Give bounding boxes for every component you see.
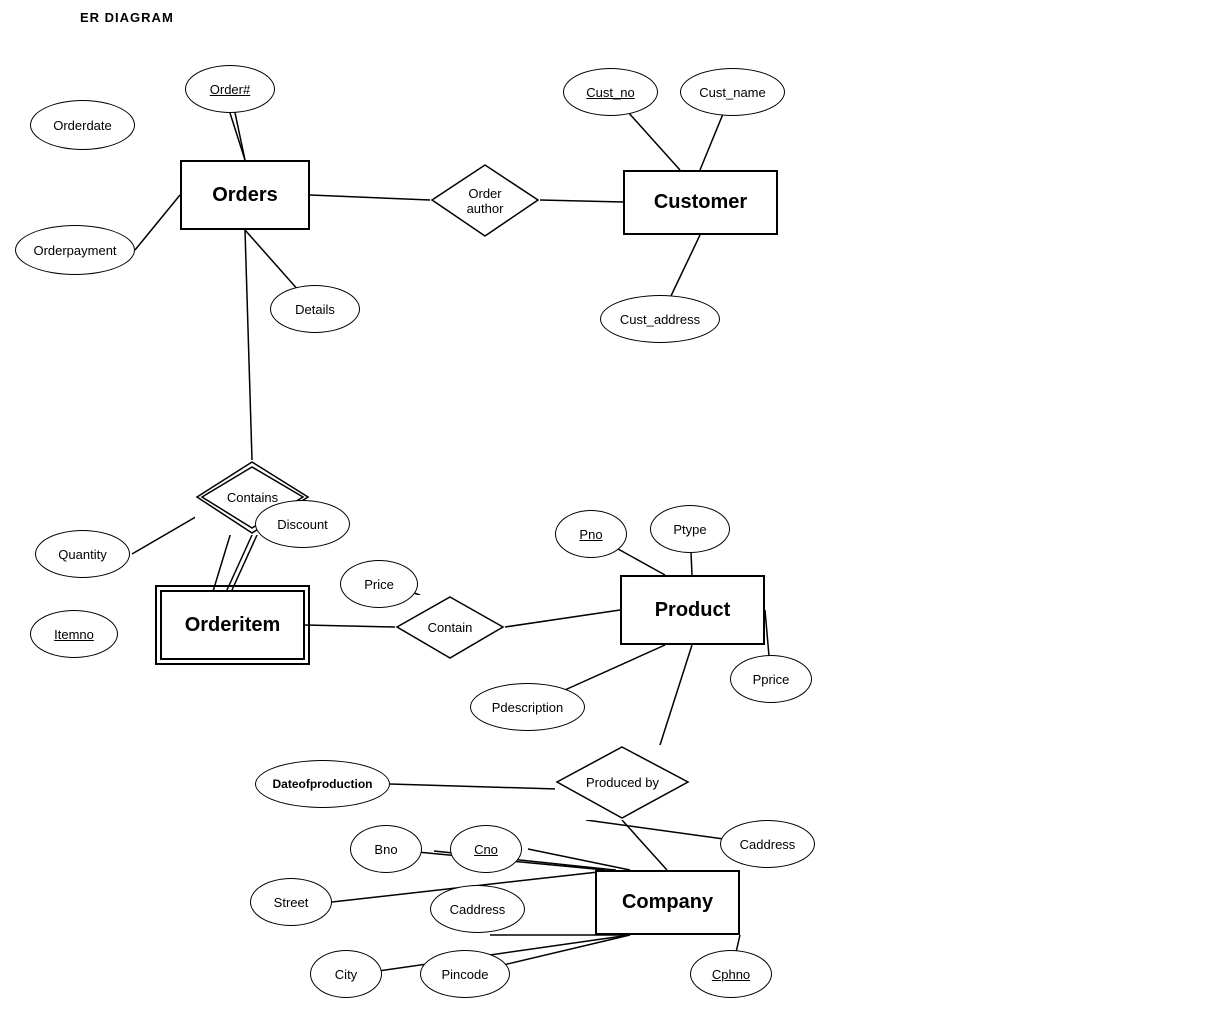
attr-discount: Discount	[255, 500, 350, 548]
attr-ptype: Ptype	[650, 505, 730, 553]
relationship-contain: Contain	[395, 595, 505, 660]
diagram-lines	[0, 0, 1218, 1012]
attr-pdescription: Pdescription	[470, 683, 585, 731]
attr-pprice: Pprice	[730, 655, 812, 703]
attr-cphno: Cphno	[690, 950, 772, 998]
attr-order-hash: Order#	[185, 65, 275, 113]
attr-dateofproduction: Dateofproduction	[255, 760, 390, 808]
relationship-produced-by: Produced by	[555, 745, 690, 820]
attr-city: City	[310, 950, 382, 998]
attr-pno: Pno	[555, 510, 627, 558]
entity-product: Product	[620, 575, 765, 645]
attr-bno: Bno	[350, 825, 422, 873]
attr-orderpayment: Orderpayment	[15, 225, 135, 275]
attr-pincode: Pincode	[420, 950, 510, 998]
attr-price: Price	[340, 560, 418, 608]
attr-details: Details	[270, 285, 360, 333]
entity-orderitem: Orderitem	[160, 590, 305, 660]
attr-caddress-top: Caddress	[720, 820, 815, 868]
attr-cno: Cno	[450, 825, 522, 873]
attr-orderdate: Orderdate	[30, 100, 135, 150]
attr-cust-address: Cust_address	[600, 295, 720, 343]
diagram-title: ER DIAGRAM	[80, 10, 174, 25]
er-diagram: ER DIAGRAM	[0, 0, 1218, 1012]
attr-street: Street	[250, 878, 332, 926]
attr-cust-no: Cust_no	[563, 68, 658, 116]
attr-caddress-btm: Caddress	[430, 885, 525, 933]
entity-company: Company	[595, 870, 740, 935]
attr-cust-name: Cust_name	[680, 68, 785, 116]
relationship-order-author: Order author	[430, 163, 540, 238]
attr-itemno: Itemno	[30, 610, 118, 658]
entity-orders: Orders	[180, 160, 310, 230]
attr-quantity: Quantity	[35, 530, 130, 578]
entity-customer: Customer	[623, 170, 778, 235]
